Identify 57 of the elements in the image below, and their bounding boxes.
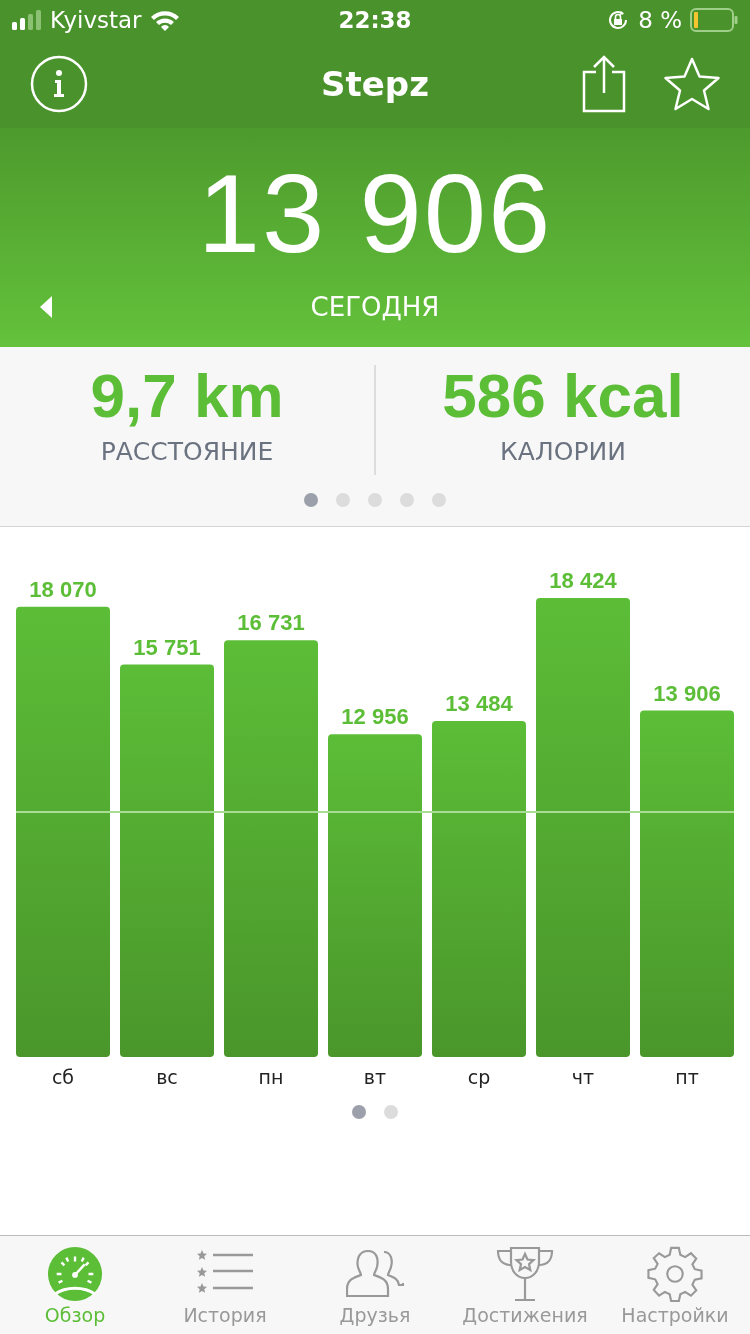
gauge-icon: [46, 1246, 104, 1302]
caret-icon: [40, 296, 52, 318]
tab[interactable]: Друзья: [300, 1236, 450, 1334]
battery-icon: [690, 8, 738, 32]
period-label: СЕГОДНЯ: [310, 292, 440, 322]
wifi-icon: [149, 9, 180, 31]
tab[interactable]: Настройки: [600, 1236, 750, 1334]
step-bar[interactable]: [536, 598, 630, 1057]
info-button[interactable]: [30, 55, 88, 113]
info-icon: [30, 55, 88, 113]
stat-label: КАЛОРИИ: [500, 437, 626, 466]
day-label: сб: [51, 1066, 75, 1088]
trophy-icon: [496, 1246, 554, 1302]
share-button[interactable]: [582, 55, 626, 113]
step-bar[interactable]: [16, 606, 110, 1057]
favorite-button[interactable]: [664, 57, 720, 111]
bar-value: 13 906: [653, 680, 721, 706]
bar-value: 15 751: [133, 634, 201, 660]
page-dot[interactable]: [352, 1105, 366, 1119]
step-count: 13 906: [197, 158, 553, 270]
bar-value: 13 484: [445, 691, 513, 717]
tab[interactable]: История: [150, 1236, 300, 1334]
page-dot[interactable]: [336, 493, 350, 507]
step-bar[interactable]: [224, 640, 318, 1057]
share-icon: [582, 55, 626, 113]
day-label: ср: [467, 1066, 491, 1088]
signal-icon: [12, 10, 42, 30]
page-dot[interactable]: [432, 493, 446, 507]
day-label: пн: [258, 1066, 284, 1088]
carrier-name: Kyivstar: [50, 7, 142, 33]
tab[interactable]: Обзор: [0, 1236, 150, 1334]
page-dot[interactable]: [400, 493, 414, 507]
previous-day-button[interactable]: [40, 296, 52, 318]
step-bar[interactable]: [328, 734, 422, 1057]
step-bar[interactable]: [640, 710, 734, 1057]
step-bar[interactable]: [120, 664, 214, 1057]
bar-value: 18 070: [29, 576, 97, 602]
page-dot[interactable]: [304, 493, 318, 507]
bar-value: 16 731: [237, 610, 305, 636]
page-dot[interactable]: [384, 1105, 398, 1119]
battery-percent: 8 %: [638, 7, 682, 33]
stat-value: 9,7 km: [90, 365, 284, 427]
status-time: 22:38: [338, 7, 412, 33]
day-label: вт: [363, 1066, 387, 1088]
tab[interactable]: Достижения: [450, 1236, 600, 1334]
stat-label: РАССТОЯНИЕ: [100, 437, 274, 466]
stat-value: 586 kcal: [442, 365, 684, 427]
step-bar[interactable]: [432, 721, 526, 1057]
app-title: Stepz: [321, 64, 429, 104]
gear-icon: [646, 1246, 704, 1302]
bar-value: 18 424: [549, 568, 617, 593]
day-label: пт: [675, 1066, 699, 1088]
bar-value: 12 956: [341, 704, 409, 730]
page-dot[interactable]: [368, 493, 382, 507]
day-label: вс: [156, 1066, 178, 1088]
day-label: чт: [571, 1066, 595, 1088]
star-icon: [664, 57, 720, 111]
